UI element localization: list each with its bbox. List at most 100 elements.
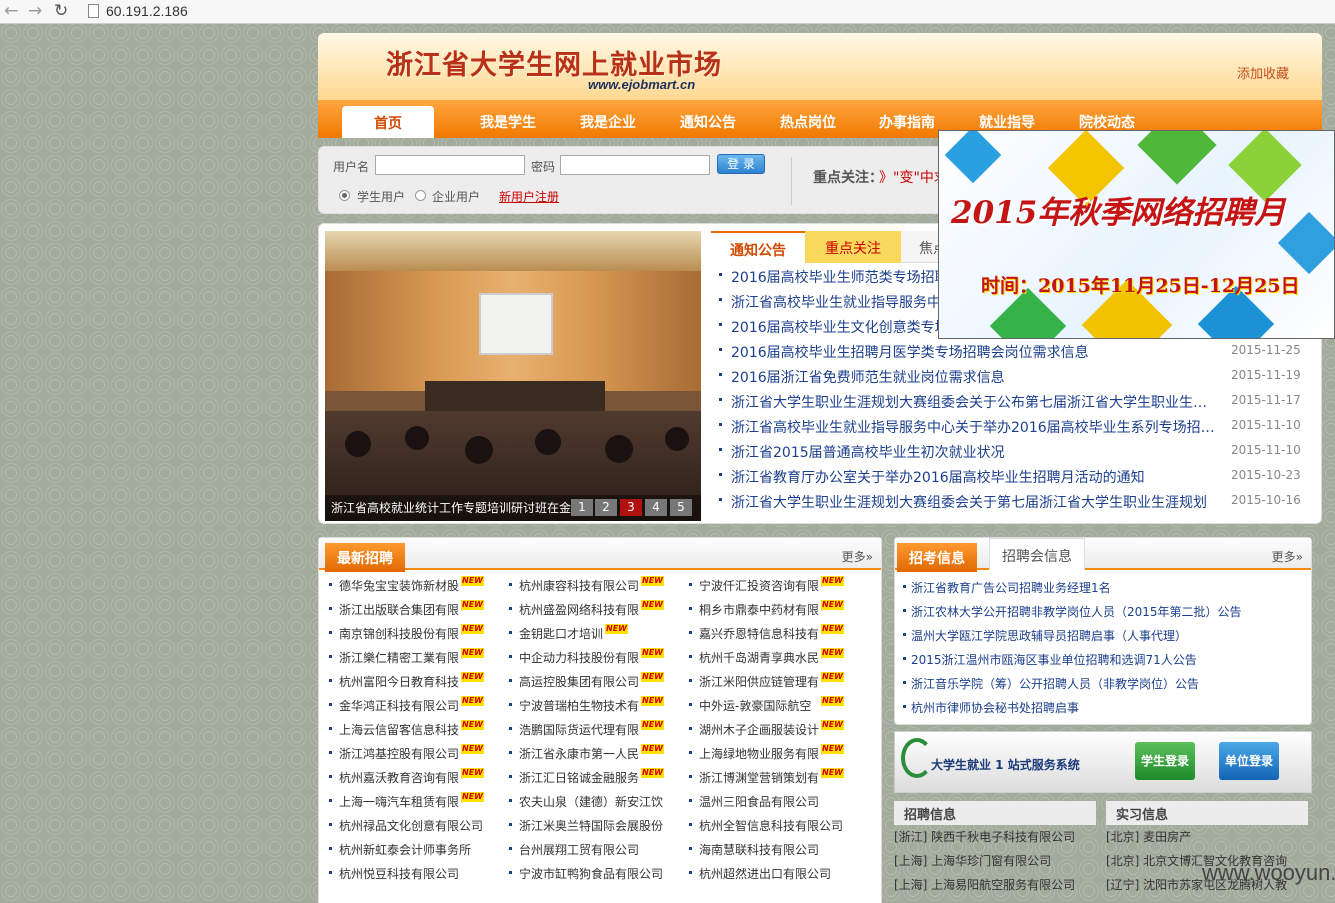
- tab-job-fair-info[interactable]: 招聘会信息: [989, 538, 1085, 570]
- nav-hot-jobs[interactable]: 热点岗位: [780, 112, 836, 136]
- exam-info-item[interactable]: 浙江省教育广告公司招聘业务经理1名: [903, 578, 1303, 600]
- job-company[interactable]: 浙江出版联合集团有限: [339, 601, 459, 618]
- exam-info-item[interactable]: 2015浙江温州市瓯海区事业单位招聘和选调71人公告: [903, 650, 1303, 672]
- job-company[interactable]: 浙江米阳供应链管理有: [699, 673, 819, 690]
- job-company[interactable]: 浩鹏国际货运代理有限: [519, 721, 639, 738]
- exam-info-item[interactable]: 浙江农林大学公开招聘非教学岗位人员（2015年第二批）公告: [903, 602, 1303, 624]
- news-title[interactable]: 浙江省高校毕业生就业指导服务中心关于举办2016届高校毕业生系列专场招聘会: [731, 417, 1219, 437]
- recruit-info-item[interactable]: [上海] 上海华珍门窗有限公司: [894, 852, 1051, 874]
- job-company[interactable]: 杭州嘉沃教育咨询有限: [339, 769, 459, 786]
- slide-page-1[interactable]: 1: [571, 499, 593, 516]
- recruitment-month-popup[interactable]: 2015年秋季网络招聘月 时间：2015年11月25日-12月25日: [938, 130, 1335, 339]
- slide-page-3[interactable]: 3: [620, 499, 642, 516]
- forward-icon[interactable]: →: [28, 1, 42, 21]
- news-item[interactable]: 浙江省大学生职业生涯规划大赛组委会关于第七届浙江省大学生职业生涯规划 2015-1…: [719, 492, 1309, 514]
- job-company[interactable]: 浙江米奥兰特国际会展股份: [519, 817, 663, 834]
- job-company[interactable]: 宁波仟汇投资咨询有限: [699, 577, 819, 594]
- tab-exam-info[interactable]: 招考信息: [897, 543, 977, 572]
- intern-info-item[interactable]: [北京] 麦田房产: [1106, 828, 1191, 850]
- recruit-info-item[interactable]: [上海] 上海易阳航空服务有限公司: [894, 876, 1075, 898]
- job-company[interactable]: 宁波市缸鸭狗食品有限公司: [519, 865, 663, 882]
- job-company[interactable]: 浙江博渊堂营销策划有: [699, 769, 819, 786]
- exam-info-item[interactable]: 温州大学瓯江学院思政辅导员招聘启事（人事代理）: [903, 626, 1303, 648]
- add-favorite-link[interactable]: 添加收藏: [1237, 63, 1289, 82]
- slide-page-2[interactable]: 2: [595, 499, 617, 516]
- job-company[interactable]: 杭州超然进出口有限公司: [699, 865, 831, 882]
- exam-info-title[interactable]: 浙江音乐学院（筹）公开招聘人员（非教学岗位）公告: [911, 675, 1199, 692]
- job-company[interactable]: 杭州盛盈网络科技有限: [519, 601, 639, 618]
- company-login-button[interactable]: 单位登录: [1219, 742, 1279, 780]
- nav-student[interactable]: 我是学生: [480, 112, 536, 136]
- address-bar[interactable]: 60.191.2.186: [106, 3, 188, 19]
- job-company[interactable]: 杭州全智信息科技有限公司: [699, 817, 843, 834]
- job-company[interactable]: 杭州富阳今日教育科技: [339, 673, 459, 690]
- nav-home[interactable]: 首页: [342, 106, 434, 138]
- username-input[interactable]: [375, 155, 525, 175]
- job-company[interactable]: 浙江汇日铭诚金融服务: [519, 769, 639, 786]
- job-company[interactable]: 金钥匙口才培训: [519, 625, 603, 642]
- job-company[interactable]: 中外运-敦豪国际航空: [699, 697, 811, 714]
- slideshow[interactable]: 浙江省高校就业统计工作专题培训研讨班在金 1 2 3 4 5: [325, 231, 701, 521]
- news-item[interactable]: 浙江省教育厅办公室关于举办2016届高校毕业生招聘月活动的通知 2015-10-2…: [719, 467, 1309, 489]
- job-company[interactable]: 上海一嗨汽车租赁有限: [339, 793, 459, 810]
- login-button[interactable]: 登 录: [717, 154, 765, 174]
- tab-focus[interactable]: 重点关注: [805, 231, 901, 263]
- password-input[interactable]: [560, 155, 710, 175]
- exam-info-more-link[interactable]: 更多»: [1272, 548, 1303, 565]
- news-item[interactable]: 2016届浙江省免费师范生就业岗位需求信息 2015-11-19: [719, 367, 1309, 389]
- job-company[interactable]: 杭州千岛湖青享典水民: [699, 649, 819, 666]
- news-item[interactable]: 浙江省2015届普通高校毕业生初次就业状况 2015-11-10: [719, 442, 1309, 464]
- news-item[interactable]: 2016届高校毕业生招聘月医学类专场招聘会岗位需求信息 2015-11-25: [719, 342, 1309, 364]
- slide-page-4[interactable]: 4: [645, 499, 667, 516]
- job-company[interactable]: 上海云信留客信息科技: [339, 721, 459, 738]
- nav-company[interactable]: 我是企业: [580, 112, 636, 136]
- news-title[interactable]: 2016届浙江省免费师范生就业岗位需求信息: [731, 367, 1219, 387]
- job-company[interactable]: 宁波普瑞柏生物技术有: [519, 697, 639, 714]
- job-company[interactable]: 上海绿地物业服务有限: [699, 745, 819, 762]
- register-link[interactable]: 新用户注册: [499, 188, 559, 205]
- exam-info-title[interactable]: 杭州市律师协会秘书处招聘启事: [911, 699, 1079, 716]
- exam-info-title[interactable]: 温州大学瓯江学院思政辅导员招聘启事（人事代理）: [911, 627, 1187, 644]
- recruit-info-item[interactable]: [浙江] 陕西千秋电子科技有限公司: [894, 828, 1075, 850]
- job-company[interactable]: 农夫山泉（建德）新安江饮: [519, 793, 663, 810]
- job-company[interactable]: 嘉兴乔恩特信息科技有: [699, 625, 819, 642]
- job-company[interactable]: 杭州康容科技有限公司: [519, 577, 639, 594]
- news-title[interactable]: 2016届高校毕业生招聘月医学类专场招聘会岗位需求信息: [731, 342, 1219, 362]
- nav-notices[interactable]: 通知公告: [680, 112, 736, 136]
- news-title[interactable]: 浙江省教育厅办公室关于举办2016届高校毕业生招聘月活动的通知: [731, 467, 1219, 487]
- exam-info-title[interactable]: 2015浙江温州市瓯海区事业单位招聘和选调71人公告: [911, 651, 1197, 668]
- job-company[interactable]: 杭州禄品文化创意有限公司: [339, 817, 483, 834]
- tab-notices[interactable]: 通知公告: [711, 231, 805, 263]
- news-item[interactable]: 浙江省大学生职业生涯规划大赛组委会关于公布第七届浙江省大学生职业生涯规划大赛 20…: [719, 392, 1309, 414]
- exam-info-item[interactable]: 杭州市律师协会秘书处招聘启事: [903, 698, 1303, 720]
- job-company[interactable]: 杭州新虹泰会计师事务所: [339, 841, 471, 858]
- job-company[interactable]: 高运控股集团有限公司: [519, 673, 639, 690]
- job-company[interactable]: 南京锦创科技股份有限: [339, 625, 459, 642]
- job-company[interactable]: 杭州悦豆科技有限公司: [339, 865, 459, 882]
- job-company[interactable]: 台州展翔工贸有限公司: [519, 841, 639, 858]
- exam-info-item[interactable]: 浙江音乐学院（筹）公开招聘人员（非教学岗位）公告: [903, 674, 1303, 696]
- student-login-button[interactable]: 学生登录: [1135, 742, 1195, 780]
- job-company[interactable]: 德华兔宝宝装饰新材股: [339, 577, 459, 594]
- job-company[interactable]: 桐乡市鼎泰中药材有限: [699, 601, 819, 618]
- job-company[interactable]: 浙江鸿基控股有限公司: [339, 745, 459, 762]
- job-company[interactable]: 中企动力科技股份有限: [519, 649, 639, 666]
- job-company[interactable]: 金华鸿正科技有限公司: [339, 697, 459, 714]
- company-radio[interactable]: [415, 190, 426, 201]
- news-title[interactable]: 浙江省大学生职业生涯规划大赛组委会关于公布第七届浙江省大学生职业生涯规划大赛: [731, 392, 1219, 412]
- latest-jobs-more-link[interactable]: 更多»: [842, 548, 873, 565]
- news-title[interactable]: 浙江省大学生职业生涯规划大赛组委会关于第七届浙江省大学生职业生涯规划: [731, 492, 1219, 512]
- slide-page-5[interactable]: 5: [670, 499, 692, 516]
- back-icon[interactable]: ←: [4, 1, 18, 21]
- job-company[interactable]: 海南慧联科技有限公司: [699, 841, 819, 858]
- job-company[interactable]: 浙江省永康市第一人民: [519, 745, 639, 762]
- student-radio[interactable]: [339, 190, 350, 201]
- job-company[interactable]: 湖州木子企画服装设计: [699, 721, 819, 738]
- job-company[interactable]: 温州三阳食品有限公司: [699, 793, 819, 810]
- news-item[interactable]: 浙江省高校毕业生就业指导服务中心关于举办2016届高校毕业生系列专场招聘会 201…: [719, 417, 1309, 439]
- nav-guide[interactable]: 办事指南: [879, 112, 935, 136]
- exam-info-title[interactable]: 浙江省教育广告公司招聘业务经理1名: [911, 579, 1111, 596]
- exam-info-title[interactable]: 浙江农林大学公开招聘非教学岗位人员（2015年第二批）公告: [911, 603, 1242, 620]
- reload-icon[interactable]: ↻: [54, 1, 68, 21]
- news-title[interactable]: 浙江省2015届普通高校毕业生初次就业状况: [731, 442, 1219, 462]
